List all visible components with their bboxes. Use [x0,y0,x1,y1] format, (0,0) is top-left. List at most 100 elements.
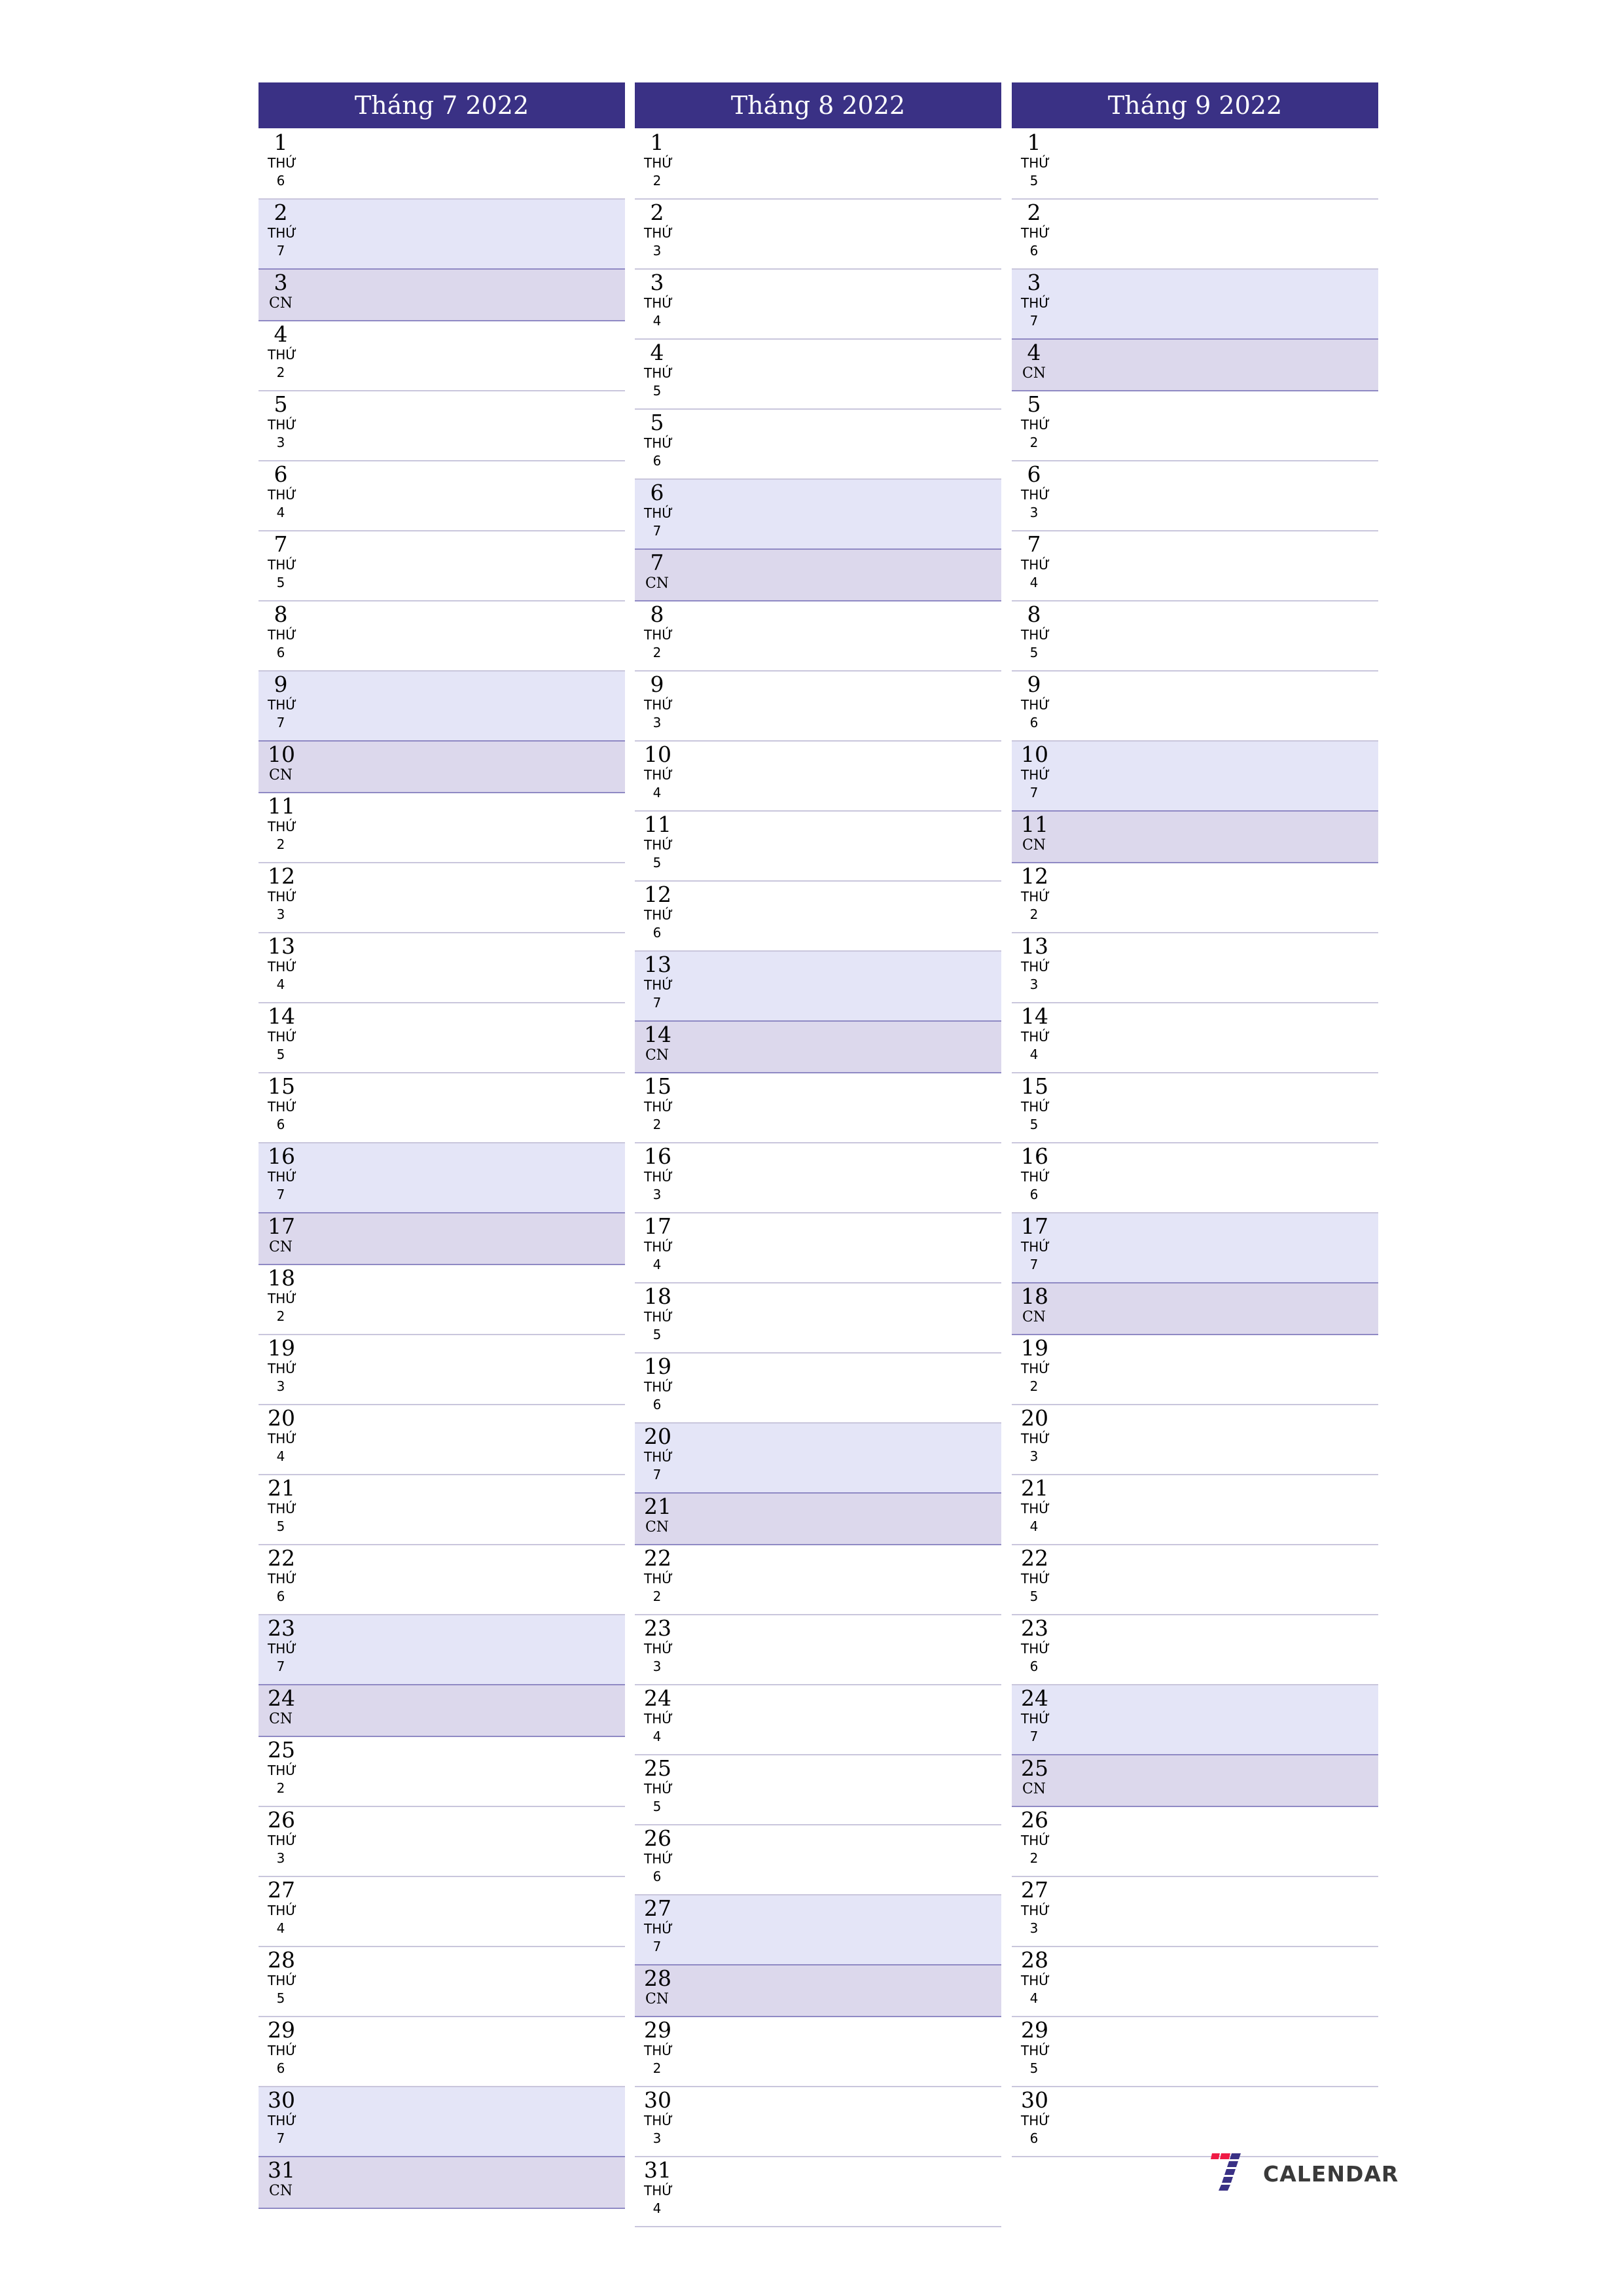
day-row-saturday[interactable]: 23 THỨ 7 [259,1615,625,1685]
day-row[interactable]: 22 THỨ 5 [1012,1545,1378,1615]
weekday-number: 2 [1029,906,1039,922]
day-row[interactable]: 28 THỨ 4 [1012,1947,1378,2017]
day-row[interactable]: 9 THỨ 6 [1012,672,1378,742]
day-row[interactable]: 3 THỨ 4 [635,270,1001,340]
day-row-sunday[interactable]: 11 CN [1012,812,1378,863]
day-row[interactable]: 31 THỨ 4 [635,2157,1001,2227]
day-row[interactable]: 16 THỨ 3 [635,1143,1001,1213]
day-row-sunday[interactable]: 31 CN [259,2157,625,2209]
day-row[interactable]: 5 THỨ 6 [635,410,1001,480]
day-row[interactable]: 19 THỨ 2 [1012,1335,1378,1405]
day-row[interactable]: 30 THỨ 3 [635,2087,1001,2157]
day-row-sunday[interactable]: 10 CN [259,742,625,793]
weekday-label: THỨ [644,1099,673,1115]
day-row-saturday[interactable]: 16 THỨ 7 [259,1143,625,1213]
day-row[interactable]: 25 THỨ 5 [635,1755,1001,1825]
day-row[interactable]: 27 THỨ 3 [1012,1877,1378,1947]
day-row-saturday[interactable]: 30 THỨ 7 [259,2087,625,2157]
day-row[interactable]: 7 THỨ 4 [1012,531,1378,601]
day-row[interactable]: 21 THỨ 5 [259,1475,625,1545]
day-row[interactable]: 30 THỨ 6 [1012,2087,1378,2157]
day-row[interactable]: 13 THỨ 3 [1012,933,1378,1003]
day-row[interactable]: 28 THỨ 5 [259,1947,625,2017]
day-row[interactable]: 2 THỨ 6 [1012,200,1378,270]
weekday-label: THỨ [1021,889,1050,905]
day-row-sunday[interactable]: 25 CN [1012,1755,1378,1807]
day-row-saturday[interactable]: 17 THỨ 7 [1012,1213,1378,1283]
day-row[interactable]: 18 THỨ 2 [259,1265,625,1335]
day-row[interactable]: 18 THỨ 5 [635,1283,1001,1354]
day-row[interactable]: 24 THỨ 4 [635,1685,1001,1755]
brand-logo: CALENDAR [1211,2153,1399,2194]
day-row[interactable]: 26 THỨ 2 [1012,1807,1378,1877]
day-row-sunday[interactable]: 28 CN [635,1965,1001,2017]
day-row-sunday[interactable]: 7 CN [635,550,1001,601]
day-row[interactable]: 15 THỨ 2 [635,1073,1001,1143]
day-row[interactable]: 29 THỨ 5 [1012,2017,1378,2087]
day-row-sunday[interactable]: 3 CN [259,270,625,321]
day-row[interactable]: 20 THỨ 3 [1012,1405,1378,1475]
day-row[interactable]: 4 THỨ 2 [259,321,625,391]
day-row[interactable]: 22 THỨ 6 [259,1545,625,1615]
day-row[interactable]: 8 THỨ 2 [635,601,1001,672]
day-number: 9 [274,672,288,697]
day-row[interactable]: 12 THỨ 2 [1012,863,1378,933]
weekday-label: THỨ [268,2043,297,2058]
day-row[interactable]: 11 THỨ 2 [259,793,625,863]
day-row[interactable]: 12 THỨ 6 [635,882,1001,952]
day-row[interactable]: 16 THỨ 6 [1012,1143,1378,1213]
day-row[interactable]: 23 THỨ 6 [1012,1615,1378,1685]
day-row[interactable]: 5 THỨ 2 [1012,391,1378,461]
day-row[interactable]: 1 THỨ 5 [1012,130,1378,200]
day-row[interactable]: 25 THỨ 2 [259,1737,625,1807]
day-row[interactable]: 1 THỨ 2 [635,130,1001,200]
day-row-saturday[interactable]: 2 THỨ 7 [259,200,625,270]
day-row[interactable]: 6 THỨ 4 [259,461,625,531]
day-row-sunday[interactable]: 18 CN [1012,1283,1378,1335]
day-row-sunday[interactable]: 21 CN [635,1494,1001,1545]
day-row[interactable]: 8 THỨ 5 [1012,601,1378,672]
day-row[interactable]: 19 THỨ 3 [259,1335,625,1405]
day-row-saturday[interactable]: 20 THỨ 7 [635,1424,1001,1494]
day-row-sunday[interactable]: 4 CN [1012,340,1378,391]
day-row[interactable]: 13 THỨ 4 [259,933,625,1003]
day-row[interactable]: 21 THỨ 4 [1012,1475,1378,1545]
day-row[interactable]: 6 THỨ 3 [1012,461,1378,531]
day-row[interactable]: 8 THỨ 6 [259,601,625,672]
weekday-number: 7 [276,1659,285,1674]
day-row-saturday[interactable]: 24 THỨ 7 [1012,1685,1378,1755]
day-row[interactable]: 26 THỨ 6 [635,1825,1001,1895]
day-row[interactable]: 26 THỨ 3 [259,1807,625,1877]
day-row[interactable]: 29 THỨ 2 [635,2017,1001,2087]
day-row[interactable]: 7 THỨ 5 [259,531,625,601]
day-row[interactable]: 12 THỨ 3 [259,863,625,933]
day-row[interactable]: 14 THỨ 5 [259,1003,625,1073]
day-row-saturday[interactable]: 3 THỨ 7 [1012,270,1378,340]
day-row[interactable]: 4 THỨ 5 [635,340,1001,410]
day-row[interactable]: 29 THỨ 6 [259,2017,625,2087]
day-row[interactable]: 19 THỨ 6 [635,1354,1001,1424]
day-row-sunday[interactable]: 17 CN [259,1213,625,1265]
day-row[interactable]: 11 THỨ 5 [635,812,1001,882]
day-row-saturday[interactable]: 6 THỨ 7 [635,480,1001,550]
day-row[interactable]: 20 THỨ 4 [259,1405,625,1475]
day-row-sunday[interactable]: 14 CN [635,1022,1001,1073]
day-row[interactable]: 9 THỨ 3 [635,672,1001,742]
day-row[interactable]: 10 THỨ 4 [635,742,1001,812]
day-row[interactable]: 1 THỨ 6 [259,130,625,200]
day-row-saturday[interactable]: 9 THỨ 7 [259,672,625,742]
day-row[interactable]: 22 THỨ 2 [635,1545,1001,1615]
day-row-saturday[interactable]: 13 THỨ 7 [635,952,1001,1022]
day-row[interactable]: 15 THỨ 6 [259,1073,625,1143]
day-row-sunday[interactable]: 24 CN [259,1685,625,1737]
day-row[interactable]: 23 THỨ 3 [635,1615,1001,1685]
day-row-saturday[interactable]: 10 THỨ 7 [1012,742,1378,812]
weekday-number: 6 [276,173,285,188]
day-row[interactable]: 15 THỨ 5 [1012,1073,1378,1143]
day-row[interactable]: 14 THỨ 4 [1012,1003,1378,1073]
day-row-saturday[interactable]: 27 THỨ 7 [635,1895,1001,1965]
day-row[interactable]: 2 THỨ 3 [635,200,1001,270]
day-row[interactable]: 27 THỨ 4 [259,1877,625,1947]
day-row[interactable]: 5 THỨ 3 [259,391,625,461]
day-row[interactable]: 17 THỨ 4 [635,1213,1001,1283]
